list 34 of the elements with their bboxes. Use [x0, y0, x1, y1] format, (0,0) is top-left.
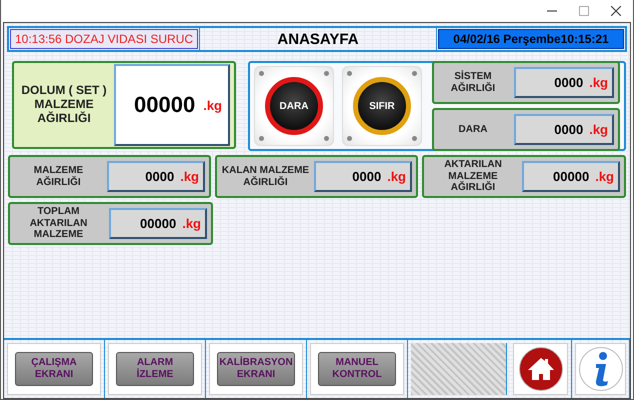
reading-label: MALZEME AĞIRLIĞI [32, 165, 84, 188]
set-value: 00000 [134, 92, 196, 118]
reading-label: DARA [458, 124, 488, 136]
unit-label: .kg [595, 169, 614, 184]
set-label: DOLUM ( SET ) MALZEME AĞIRLIĞI [20, 84, 108, 126]
set-value-field[interactable]: 00000 .kg [114, 64, 230, 146]
status-message: 10:13:56 DOZAJ VIDASI SURUC [10, 29, 198, 49]
nav-button[interactable]: KALİBRASYON EKRANI [217, 352, 295, 386]
reading-value: 0000 [145, 169, 174, 184]
reading-value: 0000 [554, 122, 584, 137]
nav-button[interactable]: ALARM İZLEME [116, 352, 194, 386]
round-button[interactable]: SIFIR [342, 66, 422, 146]
reading-value: 00000 [553, 169, 590, 184]
unit-label: .kg [589, 122, 608, 137]
reading-label: SİSTEM AĞIRLIĞI [450, 71, 496, 94]
date-time: 04/02/16 Perşembe10:15:21 [438, 29, 624, 49]
unit-label: .kg [182, 216, 201, 231]
reading-label: AKTARILAN MALZEME AĞIRLIĞI [443, 159, 503, 194]
unit-label: .kg [203, 98, 222, 112]
home-icon [526, 356, 556, 382]
reading-label: KALAN MALZEME AĞIRLIĞI [221, 165, 310, 188]
nav-button[interactable]: MANUEL KONTROL [318, 352, 396, 386]
unit-label: .kg [589, 75, 608, 90]
close-icon[interactable] [611, 6, 621, 16]
reading-value: 0000 [352, 169, 382, 184]
unit-label: .kg [180, 169, 199, 184]
reading-value: 00000 [140, 216, 176, 231]
nav-button[interactable]: ÇALIŞMA EKRANI [15, 352, 93, 386]
reading-label: TOPLAM AKTARILAN MALZEME [28, 206, 88, 241]
round-button[interactable]: DARA [254, 66, 334, 146]
home-button[interactable] [518, 347, 562, 391]
reading-value: 0000 [554, 75, 584, 90]
unit-label: .kg [387, 169, 406, 184]
page-title: ANASAYFA [199, 28, 437, 50]
